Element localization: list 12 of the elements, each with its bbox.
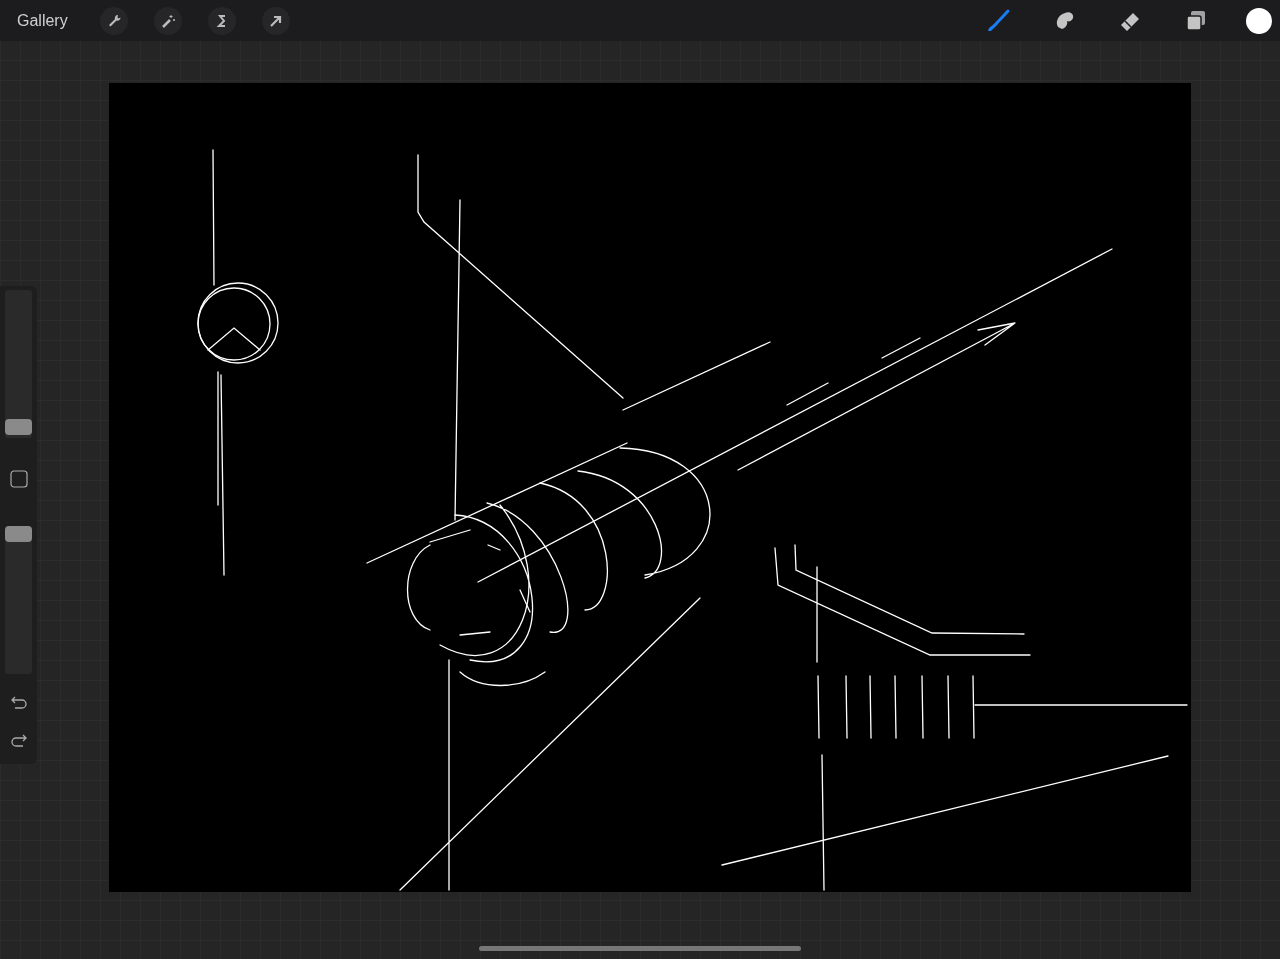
arrow-cursor-icon[interactable] bbox=[261, 6, 290, 35]
magic-wand-icon[interactable] bbox=[153, 6, 182, 35]
brush-size-slider[interactable] bbox=[5, 290, 32, 438]
undo-icon[interactable] bbox=[9, 694, 28, 710]
gallery-button[interactable]: Gallery bbox=[17, 11, 68, 30]
wrench-icon[interactable] bbox=[99, 6, 128, 35]
slider-handle[interactable] bbox=[5, 526, 32, 542]
redo-icon[interactable] bbox=[9, 732, 28, 748]
opacity-slider[interactable] bbox=[5, 526, 32, 674]
color-swatch[interactable] bbox=[1246, 7, 1272, 34]
square-icon[interactable] bbox=[9, 470, 28, 488]
slider-handle[interactable] bbox=[5, 419, 32, 436]
